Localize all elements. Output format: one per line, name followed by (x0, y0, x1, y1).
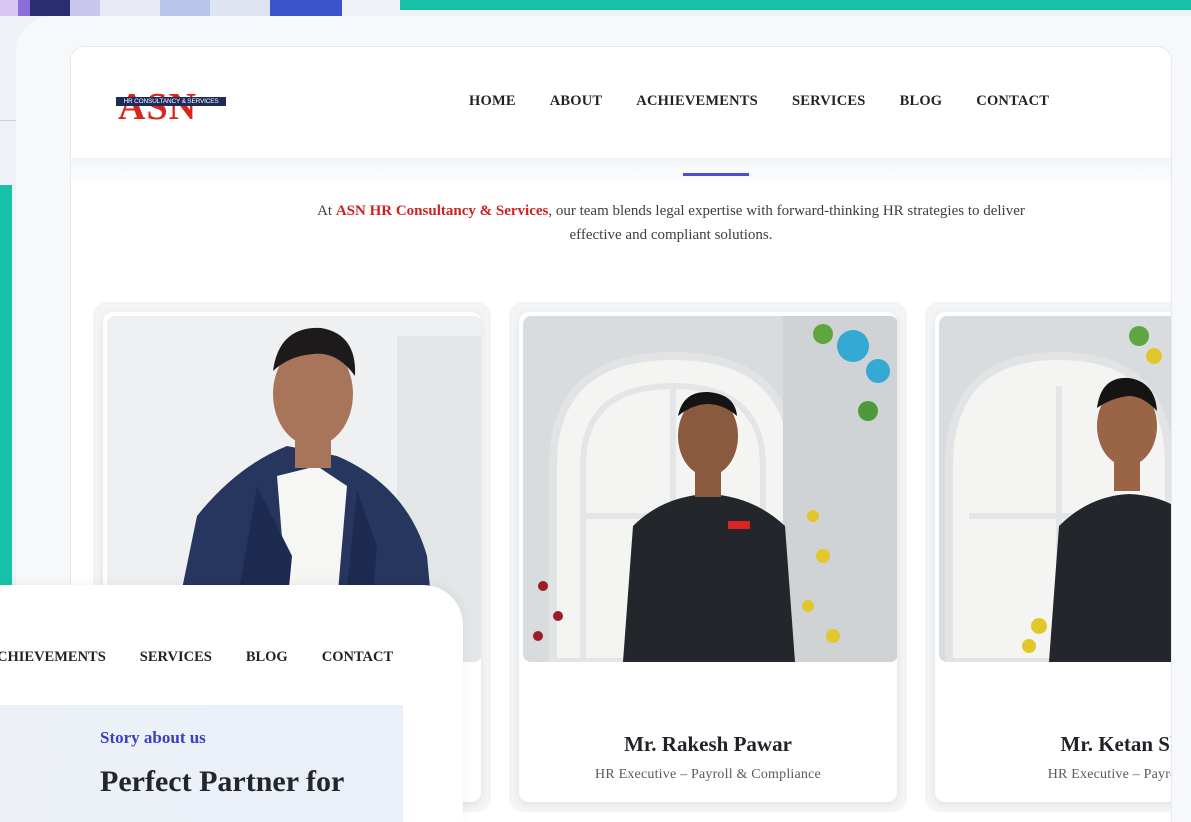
company-name-highlight: ASN HR Consultancy & Services (335, 203, 549, 219)
secondary-nav: CHIEVEMENTS SERVICES BLOG CONTACT (0, 649, 393, 666)
background-teal-side-bar (0, 185, 12, 605)
background-divider (0, 120, 16, 121)
secondary-screenshot-card: CHIEVEMENTS SERVICES BLOG CONTACT Story … (0, 585, 463, 822)
nav-achievements[interactable]: CHIEVEMENTS (0, 649, 106, 666)
site-header: ASN HR CONSULTANCY & SERVICES HOME ABOUT… (71, 47, 1171, 187)
background-teal-bar (400, 0, 1191, 10)
about-hero-section: Story about us Perfect Partner for (0, 705, 403, 822)
nav-about[interactable]: ABOUT (550, 93, 603, 110)
logo-tagline: HR CONSULTANCY & SERVICES (116, 97, 226, 106)
team-member-photo (523, 316, 897, 662)
nav-achievements[interactable]: ACHIEVEMENTS (636, 93, 758, 110)
nav-blog[interactable]: BLOG (246, 649, 288, 666)
nav-services[interactable]: SERVICES (140, 649, 212, 666)
team-member-name: Mr. Ketan Shi (1060, 732, 1172, 756)
team-member-name: Mr. Rakesh Pawar (624, 732, 792, 756)
section-headline: Perfect Partner for (100, 765, 345, 798)
team-member-role: HR Executive – Payroll & Compliance (595, 767, 821, 782)
nav-services[interactable]: SERVICES (792, 93, 866, 110)
team-intro-text: At ASN HR Consultancy & Services, our te… (317, 203, 1025, 243)
team-card-inner: Mr. Rakesh Pawar HR Executive – Payroll … (519, 312, 897, 802)
logo-wordmark: ASN (118, 86, 198, 128)
nav-home[interactable]: HOME (469, 93, 516, 110)
team-member-photo (939, 316, 1171, 662)
team-member-role: HR Executive – Payroll & (1047, 767, 1171, 782)
team-card[interactable]: Mr. Rakesh Pawar HR Executive – Payroll … (509, 302, 907, 812)
nav-contact[interactable]: CONTACT (322, 649, 393, 666)
nav-blog[interactable]: BLOG (900, 93, 943, 110)
company-logo[interactable]: ASN HR CONSULTANCY & SERVICES (116, 86, 226, 126)
secondary-website-preview: CHIEVEMENTS SERVICES BLOG CONTACT Story … (0, 607, 403, 822)
nav-contact[interactable]: CONTACT (976, 93, 1049, 110)
team-card[interactable]: Mr. Ketan Shi HR Executive – Payroll & (925, 302, 1171, 812)
section-title-underline (683, 173, 749, 176)
team-card-inner: Mr. Ketan Shi HR Executive – Payroll & (935, 312, 1171, 802)
background-thumbnail-strip (0, 0, 342, 16)
section-eyebrow: Story about us (100, 728, 206, 747)
main-nav: HOME ABOUT ACHIEVEMENTS SERVICES BLOG CO… (469, 93, 1049, 110)
